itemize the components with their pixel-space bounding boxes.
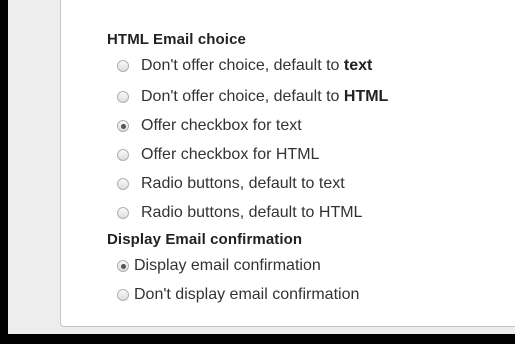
option-label: Don't offer choice, default to [141, 88, 344, 105]
html-email-option-default-html[interactable]: Don't offer choice, default to HTML [117, 88, 388, 106]
option-emphasis: text [343, 57, 373, 74]
html-email-choice-heading: HTML Email choice [107, 31, 246, 48]
radio-button[interactable] [117, 260, 129, 272]
option-label: Radio buttons, default to HTML [141, 204, 363, 221]
radio-button[interactable] [117, 120, 129, 132]
option-label: Don't offer choice, default to [141, 57, 344, 74]
radio-button[interactable] [117, 207, 129, 219]
radio-button[interactable] [117, 60, 129, 72]
option-label: Offer checkbox for HTML [141, 146, 320, 163]
settings-panel: HTML Email choice Don't offer choice, de… [60, 0, 515, 327]
option-label: Radio buttons, default to text [141, 175, 345, 192]
option-label: Offer checkbox for text [141, 117, 302, 134]
html-email-option-checkbox-html[interactable]: Offer checkbox for HTML [117, 146, 319, 164]
radio-button[interactable] [117, 91, 129, 103]
page-background: HTML Email choice Don't offer choice, de… [8, 0, 515, 334]
option-emphasis: HTML [343, 88, 389, 105]
confirmation-option-dont-display[interactable]: Don't display email confirmation [117, 286, 359, 304]
radio-button[interactable] [117, 149, 129, 161]
confirmation-option-display[interactable]: Display email confirmation [117, 257, 321, 275]
display-email-confirmation-heading: Display Email confirmation [107, 231, 303, 248]
html-email-option-checkbox-text[interactable]: Offer checkbox for text [117, 117, 302, 135]
radio-button[interactable] [117, 289, 129, 301]
option-label: Display email confirmation [134, 257, 321, 274]
html-email-option-radio-text[interactable]: Radio buttons, default to text [117, 175, 345, 193]
html-email-option-radio-html[interactable]: Radio buttons, default to HTML [117, 204, 362, 222]
option-label: Don't display email confirmation [134, 286, 360, 303]
html-email-option-default-text[interactable]: Don't offer choice, default to text [117, 57, 372, 75]
radio-button[interactable] [117, 178, 129, 190]
